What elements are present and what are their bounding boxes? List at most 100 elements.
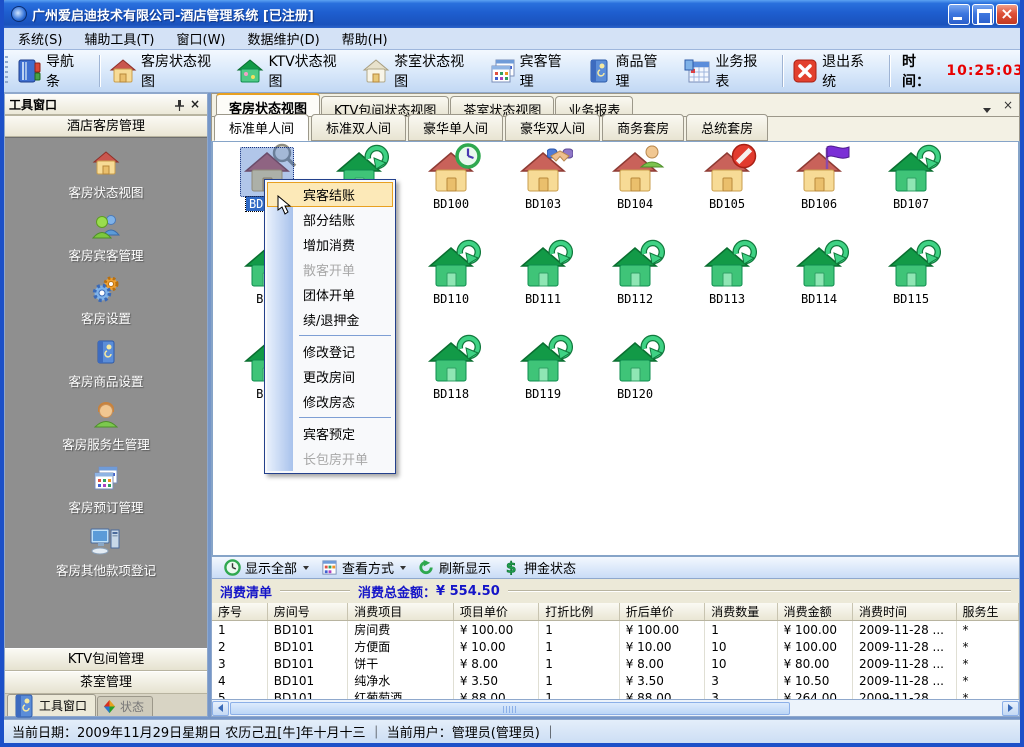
tab-close-icon[interactable]: × bbox=[997, 98, 1019, 112]
menubar-item-0[interactable]: 系统(S) bbox=[10, 27, 76, 50]
maximize-button[interactable] bbox=[972, 4, 994, 25]
vacant-arrow-badge-icon bbox=[915, 238, 941, 264]
table-header-7[interactable]: 消费金额 bbox=[777, 603, 852, 621]
room-BD118[interactable]: BD118 bbox=[405, 340, 497, 435]
close-panel-icon[interactable]: × bbox=[187, 97, 203, 111]
horizontal-scrollbar[interactable] bbox=[211, 700, 1020, 717]
context-menu-item-4[interactable]: 团体开单 bbox=[267, 282, 393, 307]
dropdown-arrow-icon[interactable] bbox=[400, 566, 406, 570]
room-BD104[interactable]: BD104 bbox=[589, 150, 681, 245]
table-cell: ¥ 8.00 bbox=[619, 655, 704, 672]
table-cell: ¥ 10.00 bbox=[619, 638, 704, 655]
sidebar-item-2[interactable]: 客房设置 bbox=[5, 272, 207, 335]
toolbar-button-6[interactable]: 业务报表 bbox=[678, 48, 778, 94]
sidebar-item-6[interactable]: 客房其他款项登记 bbox=[5, 524, 207, 587]
table-row[interactable]: 2BD101方便面¥ 10.001¥ 10.0010¥ 100.002009-1… bbox=[212, 638, 1019, 655]
menubar-item-3[interactable]: 数据维护(D) bbox=[240, 27, 334, 50]
scrollbar-thumb[interactable] bbox=[230, 702, 790, 715]
sidebar-group-button-1[interactable]: 茶室管理 bbox=[5, 671, 207, 694]
doc-tab-3[interactable]: 业务报表 bbox=[555, 96, 633, 116]
panel-button-label: 显示全部 bbox=[245, 558, 297, 577]
toolbar-button-5[interactable]: 商品管理 bbox=[582, 48, 678, 94]
room-BD119[interactable]: BD119 bbox=[497, 340, 589, 435]
occupied-magnifier-badge-icon bbox=[271, 143, 297, 169]
doc-tab-2[interactable]: 茶室状态视图 bbox=[450, 96, 554, 116]
tab-list-dropdown-icon[interactable] bbox=[983, 108, 991, 113]
room-type-tab-4[interactable]: 商务套房 bbox=[602, 114, 684, 141]
toolbar-button-7[interactable]: 退出系统 bbox=[787, 48, 885, 94]
doc-tab-0[interactable]: 客房状态视图 bbox=[216, 93, 320, 116]
sidebar-footer-tab-0[interactable]: 工具窗口 bbox=[7, 694, 96, 716]
room-BD107[interactable]: BD107 bbox=[865, 150, 957, 245]
toolbar-button-0[interactable]: 导航条 bbox=[11, 48, 95, 94]
panel-toolbar-button-2[interactable]: 刷新显示 bbox=[414, 557, 499, 578]
toolbar-grip[interactable] bbox=[5, 56, 8, 86]
context-menu-item-9[interactable]: 修改房态 bbox=[267, 389, 393, 414]
panel-toolbar-button-0[interactable]: 显示全部 bbox=[220, 557, 317, 578]
room-BD120[interactable]: BD120 bbox=[589, 340, 681, 435]
room-type-tab-5[interactable]: 总统套房 bbox=[686, 114, 768, 141]
panel-toolbar-button-1[interactable]: 查看方式 bbox=[317, 557, 414, 578]
close-button[interactable] bbox=[996, 4, 1018, 25]
app-icon bbox=[11, 6, 27, 22]
table-row[interactable]: 1BD101房间费¥ 100.001¥ 100.001¥ 100.002009-… bbox=[212, 621, 1019, 639]
scroll-left-icon[interactable] bbox=[212, 701, 229, 716]
room-BD114[interactable]: BD114 bbox=[773, 245, 865, 340]
room-BD103[interactable]: BD103 bbox=[497, 150, 589, 245]
consumption-list-label: 消费清单 bbox=[220, 582, 272, 601]
table-header-9[interactable]: 服务生 bbox=[956, 603, 1018, 621]
sidebar-item-3[interactable]: 客房商品设置 bbox=[5, 335, 207, 398]
sidebar-group-button-0[interactable]: KTV包间管理 bbox=[5, 648, 207, 671]
room-type-tab-1[interactable]: 标准双人间 bbox=[311, 114, 406, 141]
context-menu-item-2[interactable]: 增加消费 bbox=[267, 232, 393, 257]
room-BD100[interactable]: BD100 bbox=[405, 150, 497, 245]
sidebar-footer-tab-1[interactable]: 状态 bbox=[97, 696, 153, 716]
table-header-5[interactable]: 折后单价 bbox=[619, 603, 704, 621]
menubar-item-2[interactable]: 窗口(W) bbox=[169, 27, 240, 50]
consumption-total-label: 消费总金额： bbox=[358, 582, 436, 601]
table-row[interactable]: 4BD101纯净水¥ 3.501¥ 3.503¥ 10.502009-11-28… bbox=[212, 672, 1019, 689]
menubar-item-4[interactable]: 帮助(H) bbox=[334, 27, 402, 50]
sidebar-item-4[interactable]: 客房服务生管理 bbox=[5, 398, 207, 461]
table-header-6[interactable]: 消费数量 bbox=[705, 603, 777, 621]
room-type-tab-3[interactable]: 豪华双人间 bbox=[505, 114, 600, 141]
toolbar-button-1[interactable]: 客房状态视图 bbox=[104, 48, 231, 94]
sidebar-item-1[interactable]: 客房宾客管理 bbox=[5, 209, 207, 272]
doc-tab-1[interactable]: KTV包间状态视图 bbox=[321, 96, 449, 116]
menubar-item-1[interactable]: 辅助工具(T) bbox=[76, 27, 168, 50]
navigator-book-icon bbox=[16, 58, 42, 84]
room-BD115[interactable]: BD115 bbox=[865, 245, 957, 340]
table-row[interactable]: 5BD101红葡萄酒¥ 88.001¥ 88.003¥ 264.002009-1… bbox=[212, 689, 1019, 700]
room-type-tab-2[interactable]: 豪华单人间 bbox=[408, 114, 503, 141]
toolbar-button-3[interactable]: 茶室状态视图 bbox=[357, 48, 484, 94]
toolbar-button-2[interactable]: KTV状态视图 bbox=[231, 48, 357, 94]
minimize-button[interactable] bbox=[948, 4, 970, 25]
room-BD110[interactable]: BD110 bbox=[405, 245, 497, 340]
room-BD112[interactable]: BD112 bbox=[589, 245, 681, 340]
table-header-4[interactable]: 打折比例 bbox=[539, 603, 619, 621]
room-BD111[interactable]: BD111 bbox=[497, 245, 589, 340]
context-menu-item-11[interactable]: 宾客预定 bbox=[267, 421, 393, 446]
sidebar-group-hotel-rooms[interactable]: 酒店客房管理 bbox=[5, 115, 207, 137]
room-BD106[interactable]: BD106 bbox=[773, 150, 865, 245]
table-header-8[interactable]: 消费时间 bbox=[852, 603, 956, 621]
context-menu-item-5[interactable]: 续/退押金 bbox=[267, 307, 393, 332]
panel-toolbar-button-3[interactable]: $押金状态 bbox=[499, 557, 584, 578]
room-BD105[interactable]: BD105 bbox=[681, 150, 773, 245]
sidebar-item-5[interactable]: 客房预订管理 bbox=[5, 461, 207, 524]
room-BD113[interactable]: BD113 bbox=[681, 245, 773, 340]
context-menu-item-7[interactable]: 修改登记 bbox=[267, 339, 393, 364]
pin-icon[interactable] bbox=[171, 97, 187, 111]
sidebar-item-0[interactable]: 客房状态视图 bbox=[5, 146, 207, 209]
table-header-0[interactable]: 序号 bbox=[212, 603, 267, 621]
table-header-2[interactable]: 消费项目 bbox=[348, 603, 454, 621]
room-type-tab-0[interactable]: 标准单人间 bbox=[214, 114, 309, 141]
dropdown-arrow-icon[interactable] bbox=[303, 566, 309, 570]
table-cell: 1 bbox=[212, 621, 267, 639]
table-header-3[interactable]: 项目单价 bbox=[453, 603, 538, 621]
toolbar-button-4[interactable]: 宾客管理 bbox=[485, 48, 583, 94]
context-menu-item-8[interactable]: 更改房间 bbox=[267, 364, 393, 389]
scroll-right-icon[interactable] bbox=[1002, 701, 1019, 716]
table-header-1[interactable]: 房间号 bbox=[267, 603, 347, 621]
table-row[interactable]: 3BD101饼干¥ 8.001¥ 8.0010¥ 80.002009-11-28… bbox=[212, 655, 1019, 672]
